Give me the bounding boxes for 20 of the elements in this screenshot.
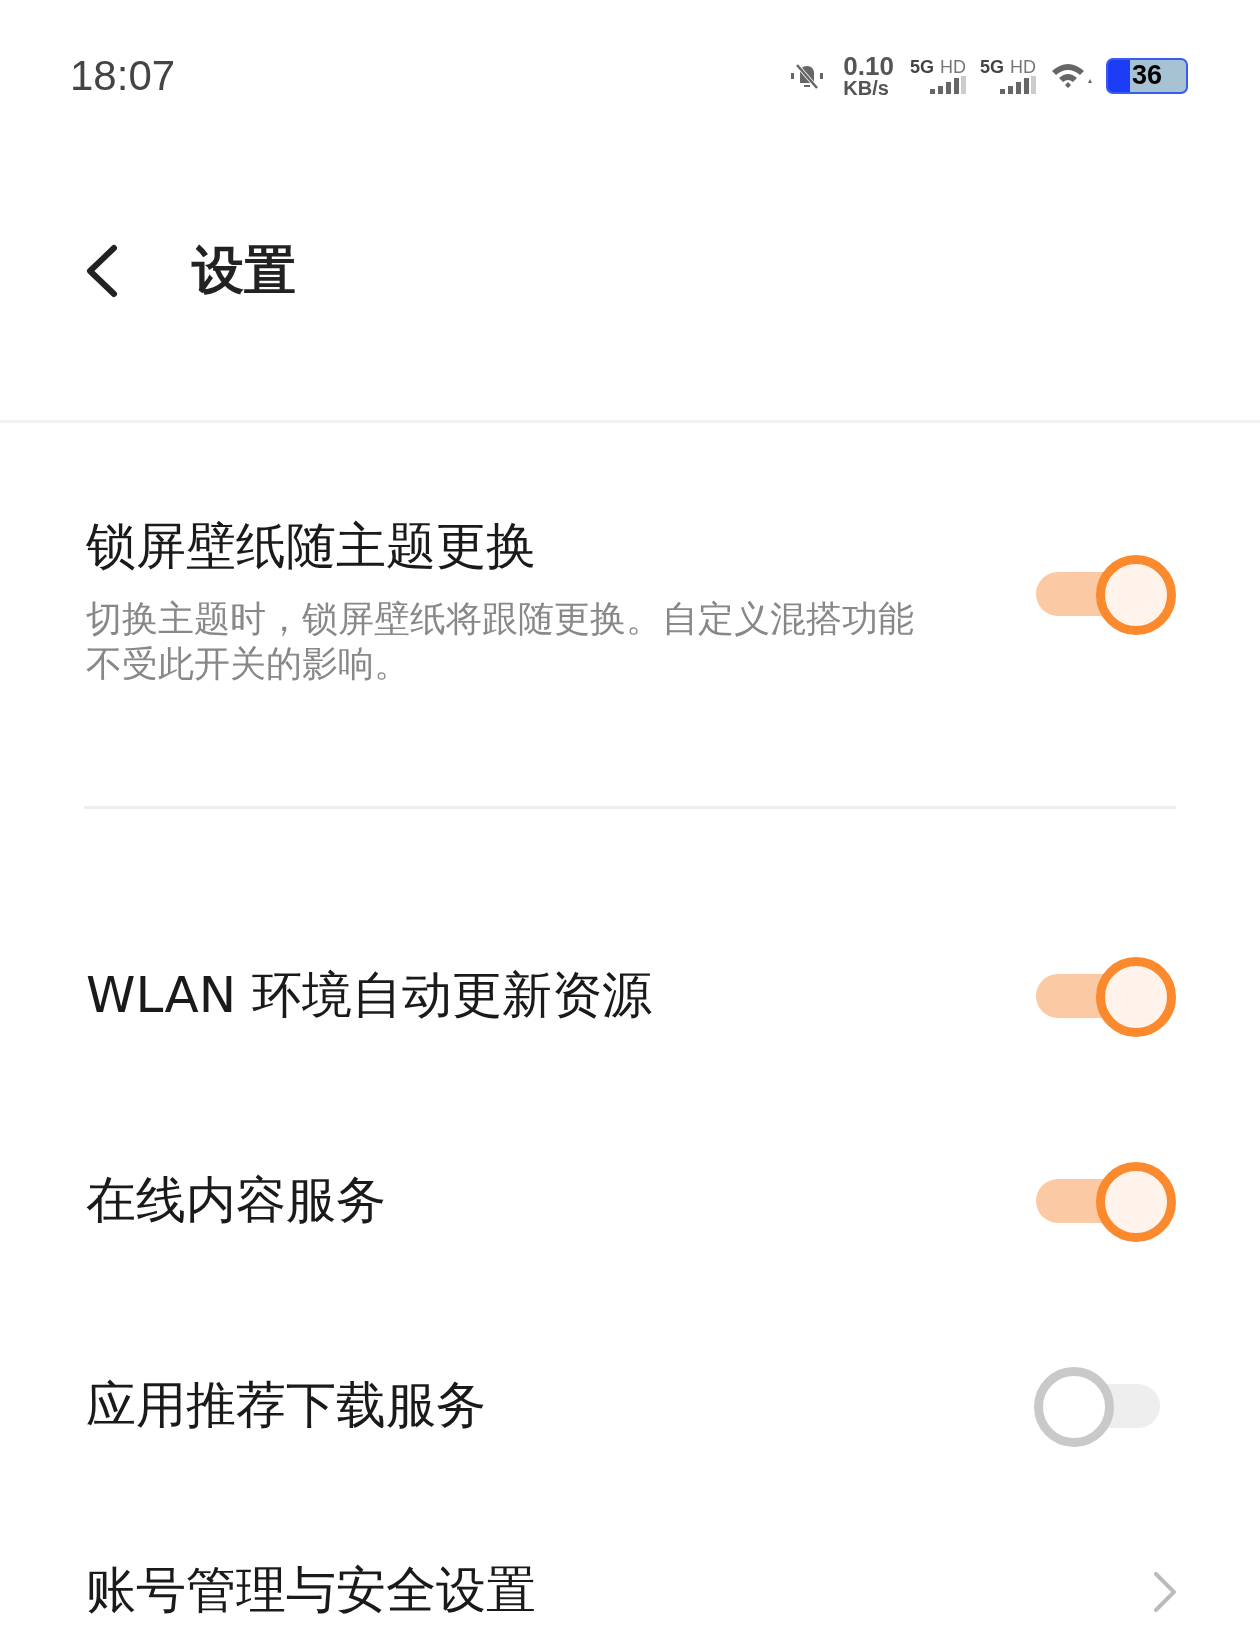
setting-title: 应用推荐下载服务	[86, 1375, 486, 1436]
hd-label: HD	[1010, 58, 1036, 76]
setting-description: 切换主题时，锁屏壁纸将跟随更换。自定义混搭功能不受此开关的影响。	[86, 597, 915, 686]
network-type: 5G	[980, 58, 1004, 76]
back-icon[interactable]	[84, 244, 120, 298]
setting-title[interactable]: 账号管理与安全设置	[86, 1563, 536, 1618]
signal-icon	[1000, 76, 1036, 94]
setting-title: 在线内容服务	[86, 1170, 386, 1231]
network-type: 5G	[909, 58, 934, 76]
page-title: 设置	[192, 239, 296, 302]
hd-label: HD	[940, 58, 966, 76]
speed-unit: KB/s	[843, 78, 890, 97]
setting-title: 锁屏壁纸随主题更换	[86, 516, 537, 577]
toggle-switch[interactable]	[1034, 553, 1176, 635]
chevron-right-icon	[1154, 1572, 1176, 1612]
battery-percent: 36	[1131, 60, 1162, 92]
speed-value: 0.10	[843, 55, 894, 79]
clock-time: 18:07	[70, 52, 176, 100]
signal-icon	[930, 76, 966, 94]
setting-title: WLAN 环境自动更新资源	[86, 965, 652, 1026]
